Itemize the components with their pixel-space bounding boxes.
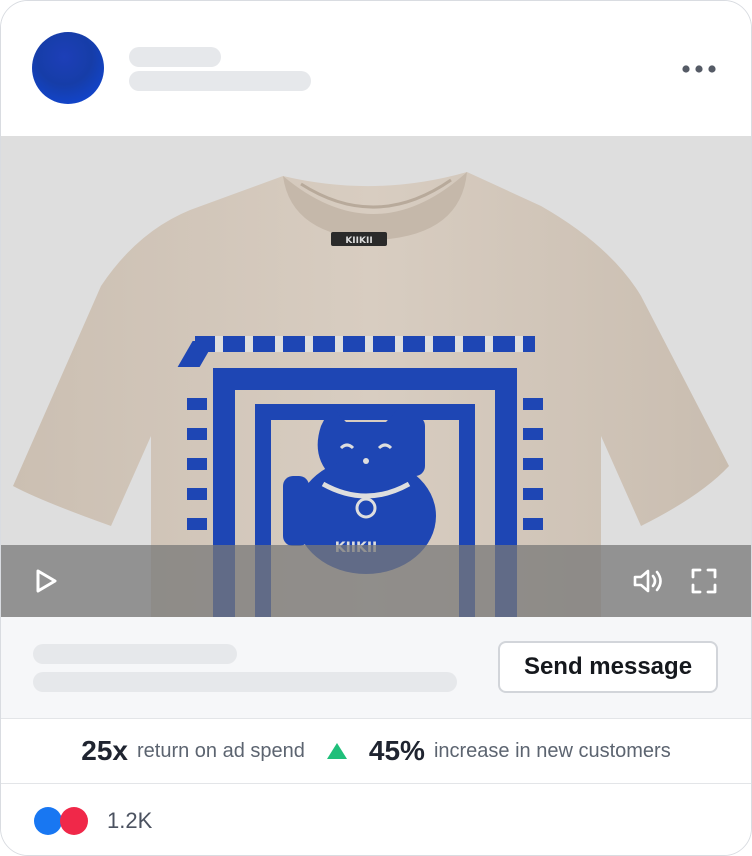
triangle-up-icon [326,743,347,759]
subtitle-placeholder [129,71,311,91]
send-message-button[interactable]: Send message [498,641,718,693]
reaction-count[interactable]: 1.2K [107,808,152,834]
roas-value: 25x [81,735,128,766]
like-reaction-icon[interactable] [34,807,62,835]
growth-value: 45% [368,735,425,766]
roas-label: return on ad spend [136,739,305,762]
growth-label: increase in new customers [433,739,671,762]
svg-text:KIIKII: KIIKII [345,236,372,246]
volume-icon[interactable] [631,567,665,595]
description-placeholder [33,672,457,692]
play-icon[interactable] [31,567,61,595]
more-options-icon[interactable] [679,57,719,81]
cta-bar: Send message [1,617,751,719]
post-header [1,1,751,136]
stats-row: 25x return on ad spend 45% increase in n… [1,719,751,784]
headline-placeholder [33,644,237,664]
name-placeholder [129,47,221,67]
post-media[interactable]: KIIKII [1,136,751,617]
avatar[interactable] [32,32,104,104]
reactions-footer: 1.2K [1,784,751,855]
love-reaction-icon[interactable] [60,807,88,835]
fullscreen-icon[interactable] [689,567,719,595]
video-controls [1,545,751,617]
ad-post-card: KIIKII Send message 25x return on ad spe… [0,0,752,856]
